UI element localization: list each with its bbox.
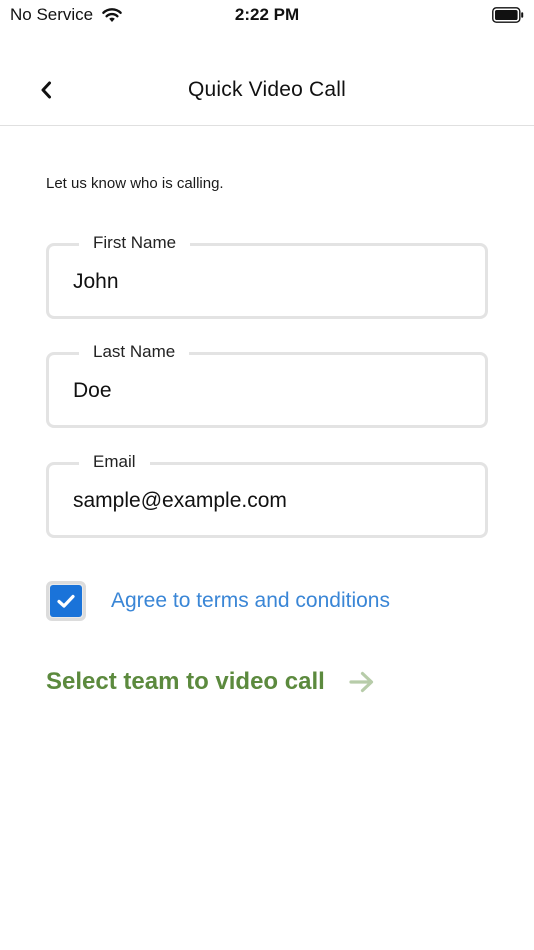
- terms-link[interactable]: Agree to terms and conditions: [111, 589, 390, 613]
- first-name-label: First Name: [79, 233, 191, 253]
- select-team-label: Select team to video call: [46, 668, 325, 695]
- first-name-input[interactable]: [73, 270, 463, 294]
- status-time: 2:22 PM: [234, 5, 300, 24]
- terms-row: Agree to terms and conditions: [46, 580, 390, 622]
- last-name-input[interactable]: [73, 379, 463, 403]
- email-field[interactable]: Email: [46, 452, 488, 538]
- email-input[interactable]: [73, 489, 463, 513]
- status-bar: No Service 2:22 PM: [0, 0, 534, 30]
- intro-text: Let us know who is calling.: [46, 175, 224, 192]
- select-team-button[interactable]: Select team to video call: [46, 664, 375, 700]
- terms-checkbox[interactable]: [46, 581, 86, 621]
- checkmark-icon: [57, 594, 75, 608]
- battery-icon: [492, 7, 524, 23]
- first-name-field[interactable]: First Name: [46, 233, 488, 319]
- checkbox-fill: [50, 585, 82, 617]
- navigation-bar: Quick Video Call: [0, 60, 534, 126]
- last-name-field[interactable]: Last Name: [46, 342, 488, 428]
- email-label: Email: [79, 452, 150, 472]
- arrow-right-icon: [349, 671, 373, 693]
- last-name-label: Last Name: [79, 342, 190, 362]
- page-title: Quick Video Call: [187, 78, 347, 101]
